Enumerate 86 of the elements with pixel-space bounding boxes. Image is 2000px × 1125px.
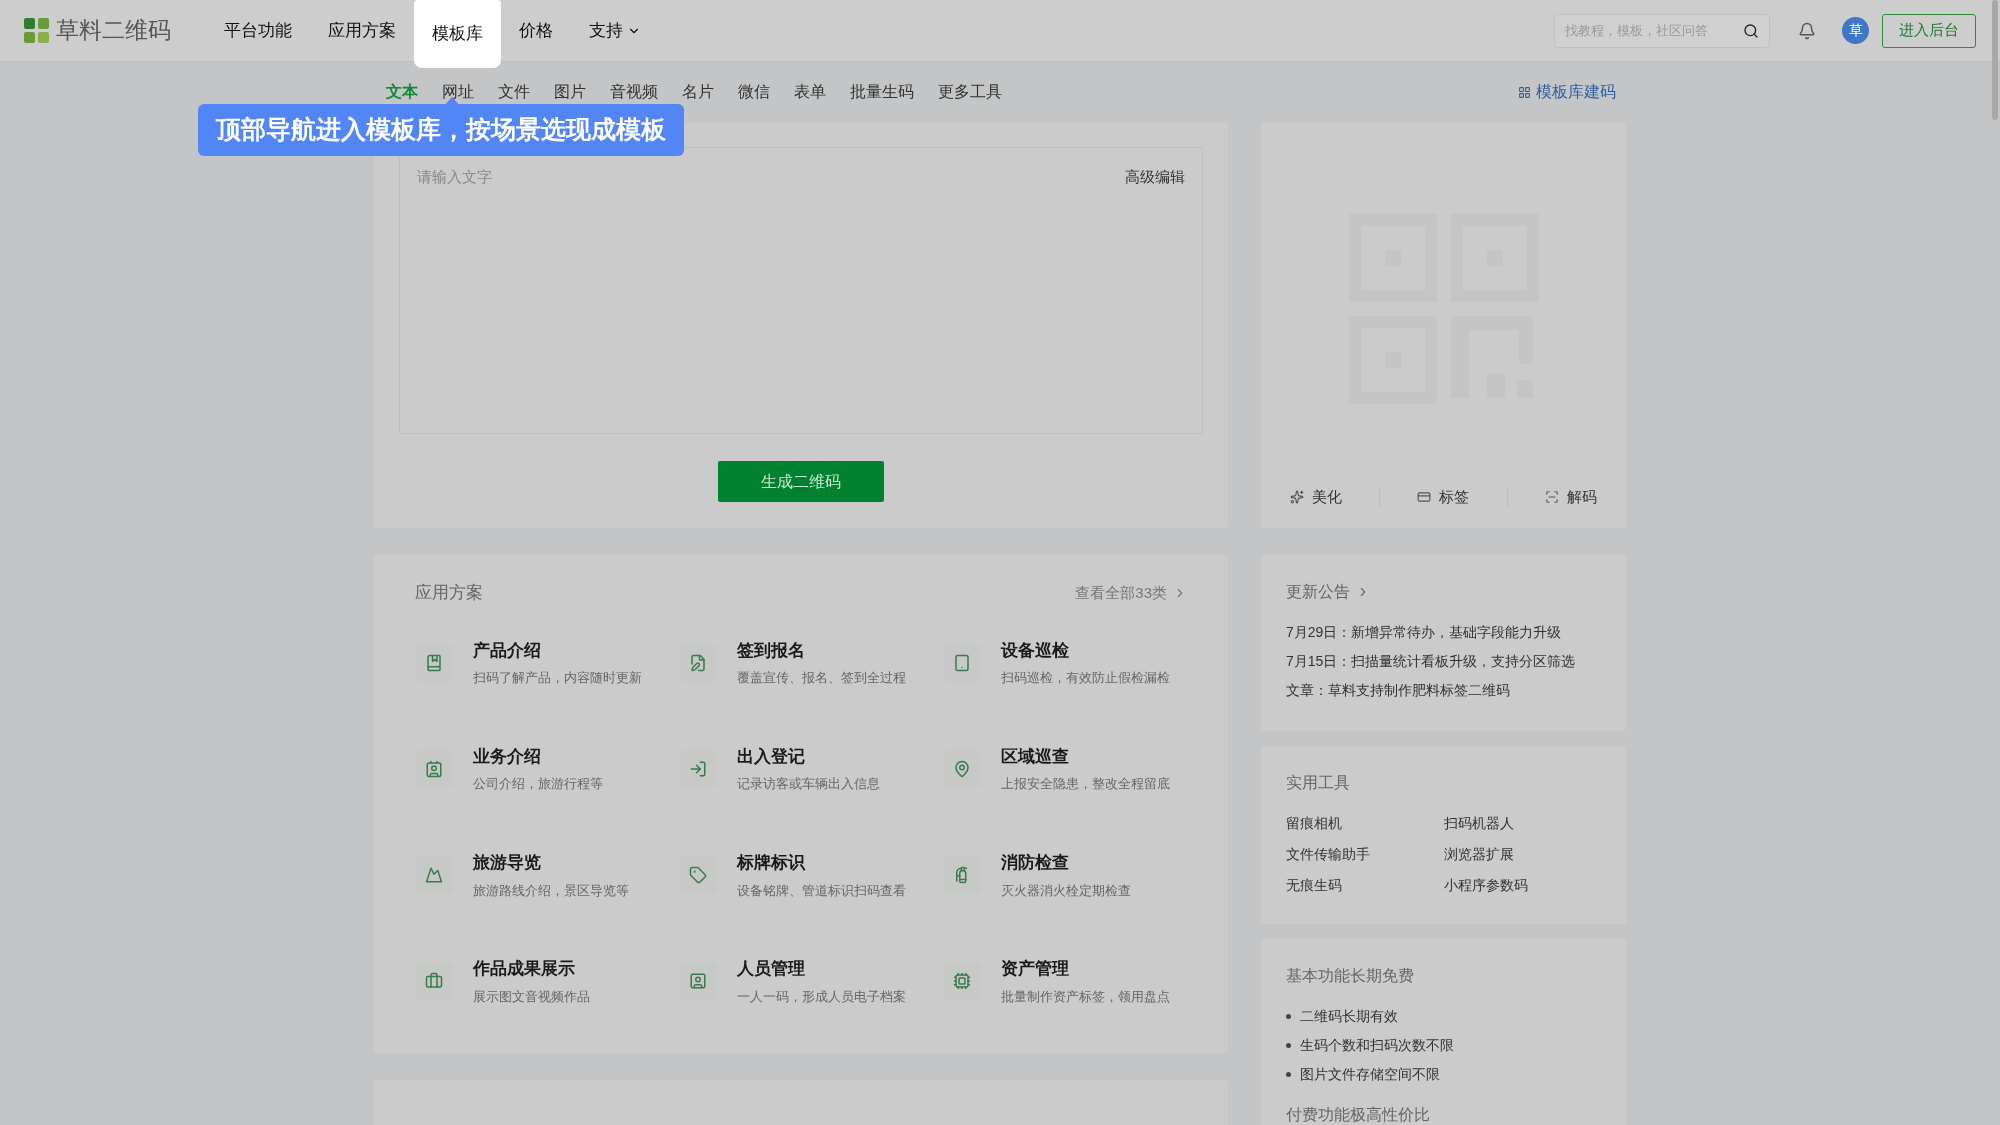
scan-icon	[1545, 489, 1560, 504]
solution-title[interactable]: 作品成果展示	[473, 956, 590, 982]
text-placeholder: 请输入文字	[417, 167, 492, 187]
advanced-edit-link[interactable]: 高级编辑	[1125, 166, 1185, 189]
solution-title[interactable]: 标牌标识	[737, 850, 906, 876]
bullet-icon	[1286, 1014, 1291, 1019]
solution-icon[interactable]	[679, 749, 717, 788]
free-title: 基本功能长期免费	[1286, 967, 1414, 984]
solution-description: 记录访客或车辆出入信息	[737, 776, 880, 794]
solution-icon[interactable]	[943, 856, 981, 895]
nav-item[interactable]: 平台功能	[206, 0, 310, 61]
generate-button[interactable]: 生成二维码	[718, 461, 884, 502]
news-item[interactable]: 7月15日：扫描量统计看板升级，支持分区筛选	[1286, 651, 1601, 672]
solution-icon[interactable]	[679, 643, 717, 682]
nav-item[interactable]: 应用方案	[310, 0, 414, 61]
nav-item[interactable]: 模板库	[414, 0, 501, 68]
callout-text: 顶部导航进入模板库，按场景选现成模板	[216, 114, 666, 146]
grid-icon	[1518, 85, 1531, 99]
solution-title[interactable]: 旅游导览	[473, 850, 629, 876]
nav-item[interactable]: 价格	[501, 0, 571, 61]
solution-title[interactable]: 区域巡查	[1001, 743, 1170, 770]
solution-title[interactable]: 签到报名	[737, 637, 906, 663]
feature-text: 图片文件存储空间不限	[1300, 1065, 1440, 1084]
card-icon	[1417, 489, 1432, 504]
solution-title[interactable]: 设备巡检	[1001, 637, 1170, 663]
tool-link[interactable]: 小程序参数码	[1443, 875, 1601, 896]
nav-item[interactable]: 支持	[571, 0, 659, 61]
type-tab[interactable]: 微信	[738, 80, 770, 104]
solution-title[interactable]: 消防检查	[1001, 850, 1131, 876]
news-title[interactable]: 更新公告	[1286, 580, 1601, 604]
solution-title[interactable]: 出入登记	[737, 743, 880, 770]
preview-action[interactable]: 标签	[1417, 485, 1470, 508]
solution-title[interactable]: 产品介绍	[473, 637, 642, 663]
solution-description: 公司介绍，旅游行程等	[473, 776, 603, 794]
solution-icon[interactable]	[679, 962, 717, 1001]
solution-icon[interactable]	[679, 856, 717, 895]
news-item[interactable]: 文章：草料支持制作肥料标签二维码	[1286, 680, 1601, 701]
logo-text[interactable]: 草料二维码	[56, 13, 171, 48]
solution-icon[interactable]	[415, 962, 453, 1001]
type-tab[interactable]: 音视频	[610, 80, 658, 104]
tool-link[interactable]: 文件传输助手	[1286, 844, 1444, 865]
console-button[interactable]: 进入后台	[1882, 13, 1976, 48]
tool-link[interactable]: 留痕相机	[1286, 813, 1444, 834]
bullet-icon	[1286, 1072, 1291, 1077]
solution-icon[interactable]	[415, 643, 453, 682]
solution-title[interactable]: 资产管理	[1001, 956, 1170, 982]
solution-icon[interactable]	[415, 749, 453, 788]
solution-description: 覆盖宣传、报名、签到全过程	[737, 670, 906, 687]
solution-description: 上报安全隐患，整改全程留底	[1001, 776, 1170, 794]
bullet-icon	[1286, 1043, 1291, 1048]
type-tab[interactable]: 批量生码	[850, 80, 914, 104]
tool-link[interactable]: 浏览器扩展	[1443, 844, 1601, 865]
solution-description: 展示图文音视频作品	[473, 988, 590, 1006]
type-tab[interactable]: 图片	[554, 80, 586, 104]
tool-link[interactable]: 无痕生码	[1286, 875, 1444, 896]
preview-action[interactable]: 美化	[1289, 485, 1342, 508]
type-tab[interactable]: 表单	[794, 80, 826, 104]
tool-link[interactable]: 扫码机器人	[1443, 813, 1601, 834]
solution-description: 灭火器消火栓定期检查	[1001, 882, 1131, 900]
template-link[interactable]: 模板库建码	[1518, 80, 1616, 104]
section-title: 应用方案	[415, 582, 483, 604]
solution-icon[interactable]	[943, 749, 981, 788]
feature-text: 二维码长期有效	[1300, 1007, 1398, 1026]
solution-description: 旅游路线介绍，景区导览等	[473, 882, 629, 900]
preview-action[interactable]: 解码	[1545, 485, 1598, 508]
solution-title[interactable]: 业务介绍	[473, 743, 603, 770]
solution-description: 设备铭牌、管道标识扫码查看	[737, 882, 906, 900]
news-item[interactable]: 7月29日：新增异常待办，基础字段能力升级	[1286, 622, 1601, 643]
solution-description: 扫码巡检，有效防止假检漏检	[1001, 670, 1170, 687]
notification-bell-icon[interactable]	[1798, 21, 1816, 40]
user-avatar[interactable]: 草	[1842, 17, 1869, 44]
tools-title: 实用工具	[1286, 774, 1350, 791]
solution-description: 扫码了解产品，内容随时更新	[473, 670, 642, 687]
logo-icon	[24, 17, 50, 44]
type-tab[interactable]: 名片	[682, 80, 714, 104]
solution-title[interactable]: 人员管理	[737, 956, 906, 982]
search-icon[interactable]	[1743, 22, 1759, 39]
paid-title: 付费功能极高性价比	[1286, 1106, 1430, 1123]
feature-text: 生码个数和扫码次数不限	[1300, 1036, 1454, 1055]
sparkle-icon	[1289, 489, 1304, 504]
solution-icon[interactable]	[415, 856, 453, 895]
type-tab[interactable]: 更多工具	[938, 80, 1002, 104]
solution-description: 批量制作资产标签，领用盘点	[1001, 988, 1170, 1006]
type-tab[interactable]: 文件	[498, 80, 530, 104]
solution-icon[interactable]	[943, 643, 981, 682]
solution-icon[interactable]	[943, 962, 981, 1001]
